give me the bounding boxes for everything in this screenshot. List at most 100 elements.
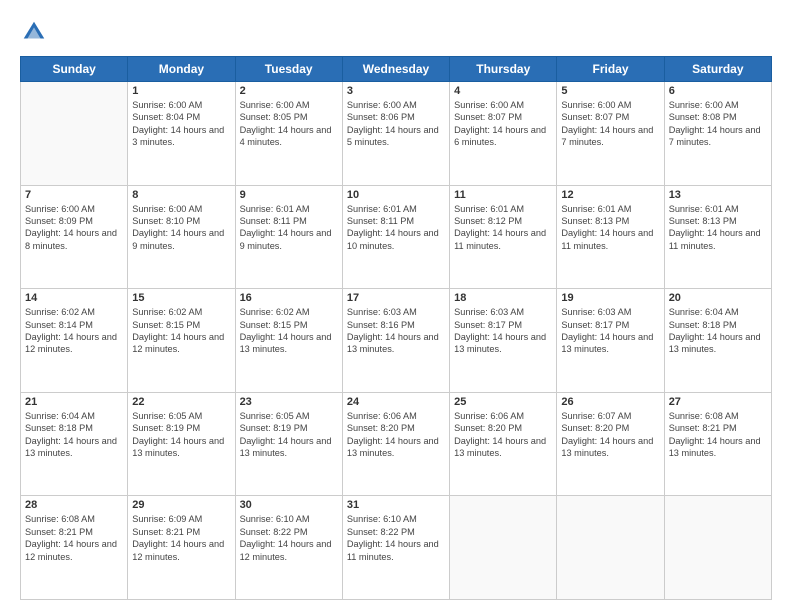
calendar-cell: 2 Sunrise: 6:00 AMSunset: 8:05 PMDaylight…: [235, 82, 342, 186]
calendar-cell: 9 Sunrise: 6:01 AMSunset: 8:11 PMDaylight…: [235, 185, 342, 289]
cell-info: Sunrise: 6:00 AMSunset: 8:07 PMDaylight:…: [454, 99, 552, 149]
cell-info: Sunrise: 6:06 AMSunset: 8:20 PMDaylight:…: [454, 410, 552, 460]
cell-info: Sunrise: 6:05 AMSunset: 8:19 PMDaylight:…: [240, 410, 338, 460]
day-number: 18: [454, 292, 552, 304]
cell-info: Sunrise: 6:01 AMSunset: 8:11 PMDaylight:…: [347, 203, 445, 253]
day-number: 30: [240, 499, 338, 511]
day-number: 12: [561, 189, 659, 201]
calendar-cell: 18Sunrise: 6:03 AMSunset: 8:17 PMDayligh…: [450, 289, 557, 393]
cell-info: Sunrise: 6:02 AMSunset: 8:15 PMDaylight:…: [132, 306, 230, 356]
calendar-cell: 19 Sunrise: 6:03 AMSunset: 8:17 PMDayligh…: [557, 289, 664, 393]
calendar-cell: 11 Sunrise: 6:01 AMSunset: 8:12 PMDayligh…: [450, 185, 557, 289]
day-of-week-header: Saturday: [664, 57, 771, 82]
day-number: 22: [132, 396, 230, 408]
calendar-cell: 4 Sunrise: 6:00 AMSunset: 8:07 PMDaylight…: [450, 82, 557, 186]
calendar-cell: 7 Sunrise: 6:00 AMSunset: 8:09 PMDaylight…: [21, 185, 128, 289]
cell-info: Sunrise: 6:07 AMSunset: 8:20 PMDaylight:…: [561, 410, 659, 460]
cell-info: Sunrise: 6:03 AMSunset: 8:16 PMDaylight:…: [347, 306, 445, 356]
day-number: 3: [347, 85, 445, 97]
cell-info: Sunrise: 6:01 AMSunset: 8:13 PMDaylight:…: [669, 203, 767, 253]
day-number: 2: [240, 85, 338, 97]
day-of-week-header: Tuesday: [235, 57, 342, 82]
logo: [20, 18, 52, 46]
day-of-week-header: Monday: [128, 57, 235, 82]
cell-info: Sunrise: 6:00 AMSunset: 8:06 PMDaylight:…: [347, 99, 445, 149]
cell-info: Sunrise: 6:00 AMSunset: 8:05 PMDaylight:…: [240, 99, 338, 149]
calendar-cell: 29 Sunrise: 6:09 AMSunset: 8:21 PMDayligh…: [128, 496, 235, 600]
cell-info: Sunrise: 6:01 AMSunset: 8:11 PMDaylight:…: [240, 203, 338, 253]
calendar-week-row: 1Sunrise: 6:00 AMSunset: 8:04 PMDaylight…: [21, 82, 772, 186]
day-of-week-header: Thursday: [450, 57, 557, 82]
day-number: 23: [240, 396, 338, 408]
calendar-cell: [21, 82, 128, 186]
calendar-week-row: 28 Sunrise: 6:08 AMSunset: 8:21 PMDayligh…: [21, 496, 772, 600]
cell-info: Sunrise: 6:00 AMSunset: 8:08 PMDaylight:…: [669, 99, 767, 149]
calendar-cell: 26 Sunrise: 6:07 AMSunset: 8:20 PMDayligh…: [557, 392, 664, 496]
cell-info: Sunrise: 6:01 AMSunset: 8:12 PMDaylight:…: [454, 203, 552, 253]
calendar-cell: 20 Sunrise: 6:04 AMSunset: 8:18 PMDayligh…: [664, 289, 771, 393]
day-number: 26: [561, 396, 659, 408]
cell-info: Sunrise: 6:00 AMSunset: 8:10 PMDaylight:…: [132, 203, 230, 253]
day-number: 28: [25, 499, 123, 511]
calendar-table: SundayMondayTuesdayWednesdayThursdayFrid…: [20, 56, 772, 600]
day-number: 16: [240, 292, 338, 304]
day-number: 11: [454, 189, 552, 201]
day-number: 29: [132, 499, 230, 511]
day-number: 27: [669, 396, 767, 408]
calendar-week-row: 14Sunrise: 6:02 AMSunset: 8:14 PMDayligh…: [21, 289, 772, 393]
day-number: 5: [561, 85, 659, 97]
cell-info: Sunrise: 6:03 AMSunset: 8:17 PMDaylight:…: [561, 306, 659, 356]
calendar-cell: 24 Sunrise: 6:06 AMSunset: 8:20 PMDayligh…: [342, 392, 449, 496]
cell-info: Sunrise: 6:00 AMSunset: 8:09 PMDaylight:…: [25, 203, 123, 253]
calendar-cell: 17 Sunrise: 6:03 AMSunset: 8:16 PMDayligh…: [342, 289, 449, 393]
day-number: 21: [25, 396, 123, 408]
day-number: 19: [561, 292, 659, 304]
calendar-cell: 6Sunrise: 6:00 AMSunset: 8:08 PMDaylight…: [664, 82, 771, 186]
day-number: 7: [25, 189, 123, 201]
day-number: 24: [347, 396, 445, 408]
calendar-header-row: SundayMondayTuesdayWednesdayThursdayFrid…: [21, 57, 772, 82]
cell-info: Sunrise: 6:10 AMSunset: 8:22 PMDaylight:…: [347, 513, 445, 563]
day-number: 25: [454, 396, 552, 408]
page: SundayMondayTuesdayWednesdayThursdayFrid…: [0, 0, 792, 612]
day-number: 14: [25, 292, 123, 304]
day-number: 15: [132, 292, 230, 304]
cell-info: Sunrise: 6:04 AMSunset: 8:18 PMDaylight:…: [669, 306, 767, 356]
calendar-cell: 30Sunrise: 6:10 AMSunset: 8:22 PMDayligh…: [235, 496, 342, 600]
cell-info: Sunrise: 6:00 AMSunset: 8:07 PMDaylight:…: [561, 99, 659, 149]
calendar-cell: 21Sunrise: 6:04 AMSunset: 8:18 PMDayligh…: [21, 392, 128, 496]
cell-info: Sunrise: 6:08 AMSunset: 8:21 PMDaylight:…: [669, 410, 767, 460]
day-number: 31: [347, 499, 445, 511]
calendar-cell: 15 Sunrise: 6:02 AMSunset: 8:15 PMDayligh…: [128, 289, 235, 393]
calendar-cell: 10 Sunrise: 6:01 AMSunset: 8:11 PMDayligh…: [342, 185, 449, 289]
calendar-cell: 5 Sunrise: 6:00 AMSunset: 8:07 PMDaylight…: [557, 82, 664, 186]
calendar-cell: 31 Sunrise: 6:10 AMSunset: 8:22 PMDayligh…: [342, 496, 449, 600]
calendar-week-row: 7 Sunrise: 6:00 AMSunset: 8:09 PMDaylight…: [21, 185, 772, 289]
calendar-cell: 12 Sunrise: 6:01 AMSunset: 8:13 PMDayligh…: [557, 185, 664, 289]
cell-info: Sunrise: 6:01 AMSunset: 8:13 PMDaylight:…: [561, 203, 659, 253]
cell-info: Sunrise: 6:05 AMSunset: 8:19 PMDaylight:…: [132, 410, 230, 460]
calendar-cell: 13Sunrise: 6:01 AMSunset: 8:13 PMDayligh…: [664, 185, 771, 289]
calendar-cell: [557, 496, 664, 600]
day-number: 9: [240, 189, 338, 201]
cell-info: Sunrise: 6:08 AMSunset: 8:21 PMDaylight:…: [25, 513, 123, 563]
calendar-week-row: 21Sunrise: 6:04 AMSunset: 8:18 PMDayligh…: [21, 392, 772, 496]
cell-info: Sunrise: 6:06 AMSunset: 8:20 PMDaylight:…: [347, 410, 445, 460]
cell-info: Sunrise: 6:09 AMSunset: 8:21 PMDaylight:…: [132, 513, 230, 563]
calendar-cell: 22 Sunrise: 6:05 AMSunset: 8:19 PMDayligh…: [128, 392, 235, 496]
day-number: 10: [347, 189, 445, 201]
calendar-cell: 28 Sunrise: 6:08 AMSunset: 8:21 PMDayligh…: [21, 496, 128, 600]
day-number: 8: [132, 189, 230, 201]
day-number: 17: [347, 292, 445, 304]
calendar-cell: 14Sunrise: 6:02 AMSunset: 8:14 PMDayligh…: [21, 289, 128, 393]
day-of-week-header: Sunday: [21, 57, 128, 82]
cell-info: Sunrise: 6:02 AMSunset: 8:15 PMDaylight:…: [240, 306, 338, 356]
calendar-cell: 27 Sunrise: 6:08 AMSunset: 8:21 PMDayligh…: [664, 392, 771, 496]
day-of-week-header: Friday: [557, 57, 664, 82]
day-number: 20: [669, 292, 767, 304]
day-number: 4: [454, 85, 552, 97]
cell-info: Sunrise: 6:00 AMSunset: 8:04 PMDaylight:…: [132, 99, 230, 149]
logo-icon: [20, 18, 48, 46]
calendar-cell: 25 Sunrise: 6:06 AMSunset: 8:20 PMDayligh…: [450, 392, 557, 496]
calendar-cell: [664, 496, 771, 600]
